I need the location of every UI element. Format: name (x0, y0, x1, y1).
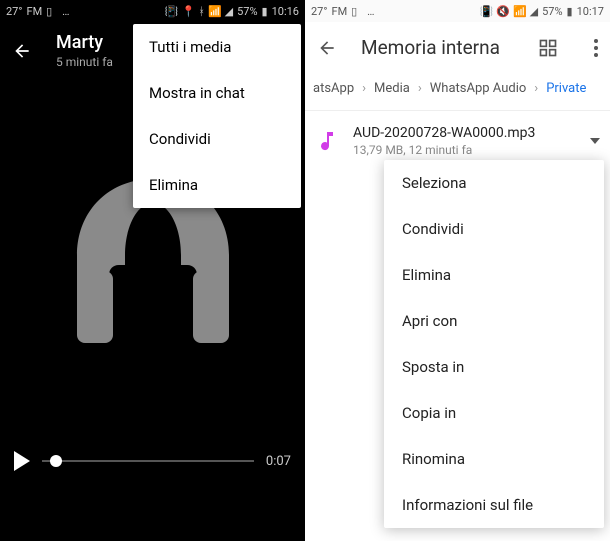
menu-select[interactable]: Seleziona (384, 160, 604, 206)
temperature: 27° (6, 5, 22, 18)
status-bar: 27° FM ▯ … 📳 🔇 📶 ◢ 57% ▮ 10:17 (305, 0, 610, 22)
battery-percent: 57% (542, 5, 562, 18)
wifi-icon: 📶 (513, 5, 527, 18)
crumb-whatsapp-audio[interactable]: WhatsApp Audio (430, 81, 527, 96)
menu-share[interactable]: Condividi (384, 206, 604, 252)
menu-move-to[interactable]: Sposta in (384, 344, 604, 390)
music-note-icon (315, 129, 339, 153)
player-controls: 0:07 (0, 441, 305, 481)
caret-down-icon[interactable] (590, 138, 600, 144)
menu-delete[interactable]: Elimina (133, 162, 301, 208)
clock: 10:16 (272, 5, 299, 18)
bluetooth-icon: ᚼ (198, 5, 205, 18)
vibrate-icon: 📳 (165, 5, 179, 18)
location-icon: 📍 (182, 5, 196, 18)
ellipsis: … (367, 5, 374, 18)
whatsapp-audio-player-screen: 27° FM ▯ … 📳 📍 ᚼ 📶 ◢ 57% ▮ 10:16 (0, 0, 305, 541)
vibrate-icon: 📳 (480, 5, 494, 18)
chevron-right-icon: › (534, 81, 538, 96)
overflow-menu-icon[interactable] (594, 39, 598, 57)
clock: 10:17 (577, 5, 604, 18)
file-context-menu: Seleziona Condividi Elimina Apri con Spo… (384, 160, 604, 528)
status-bar: 27° FM ▯ … 📳 📍 ᚼ 📶 ◢ 57% ▮ 10:16 (0, 0, 305, 22)
menu-show-in-chat[interactable]: Mostra in chat (133, 70, 301, 116)
menu-share[interactable]: Condividi (133, 116, 301, 162)
grid-view-icon[interactable] (538, 38, 558, 58)
crumb-whatsapp[interactable]: atsApp (313, 81, 354, 96)
crumb-private[interactable]: Private (546, 81, 586, 96)
file-manager-header: Memoria interna (305, 22, 610, 73)
time-ago: 5 minuti fa (56, 55, 113, 69)
menu-file-info[interactable]: Informazioni sul file (384, 482, 604, 528)
seek-thumb[interactable] (50, 455, 62, 467)
options-menu: Tutti i media Mostra in chat Condividi E… (133, 24, 301, 208)
signal-icon: ◢ (530, 5, 538, 18)
file-meta: 13,79 MB, 12 minuti fa (353, 143, 576, 157)
chevron-right-icon: › (362, 81, 366, 96)
menu-copy-to[interactable]: Copia in (384, 390, 604, 436)
menu-open-with[interactable]: Apri con (384, 298, 604, 344)
breadcrumb: atsApp › Media › WhatsApp Audio › Privat… (305, 73, 610, 111)
battery-icon: ▮ (567, 5, 573, 18)
fm-label: FM (331, 5, 347, 18)
notification-icon: ▯ (46, 5, 58, 17)
file-name: AUD-20200728-WA0000.mp3 (353, 125, 576, 141)
mute-icon: 🔇 (496, 5, 510, 18)
wifi-icon: 📶 (208, 5, 222, 18)
menu-all-media[interactable]: Tutti i media (133, 24, 301, 70)
back-arrow-icon[interactable] (317, 38, 337, 58)
ellipsis: … (62, 5, 69, 18)
battery-percent: 57% (237, 5, 257, 18)
chevron-right-icon: › (418, 81, 422, 96)
battery-icon: ▮ (262, 5, 268, 18)
seek-bar[interactable] (42, 460, 254, 462)
menu-delete[interactable]: Elimina (384, 252, 604, 298)
temperature: 27° (311, 5, 327, 18)
elapsed-time: 0:07 (266, 454, 291, 469)
fm-label: FM (26, 5, 42, 18)
contact-name: Marty (56, 32, 113, 53)
back-arrow-icon[interactable] (12, 41, 32, 61)
play-button[interactable] (14, 451, 30, 471)
page-title: Memoria interna (361, 36, 514, 59)
crumb-media[interactable]: Media (374, 81, 410, 96)
signal-icon: ◢ (225, 5, 233, 18)
notification-icon: ▯ (351, 5, 363, 17)
file-manager-screen: 27° FM ▯ … 📳 🔇 📶 ◢ 57% ▮ 10:17 Memoria i… (305, 0, 610, 541)
menu-rename[interactable]: Rinomina (384, 436, 604, 482)
